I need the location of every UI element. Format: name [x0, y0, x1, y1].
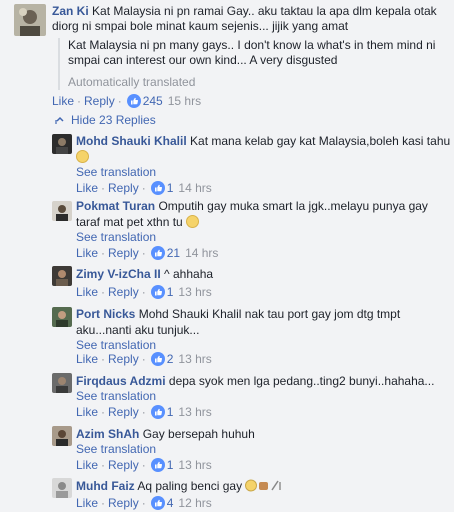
reaction-count[interactable]: 21: [167, 246, 180, 260]
see-translation-link[interactable]: See translation: [76, 442, 156, 456]
hide-replies-label[interactable]: Hide 23 Replies: [71, 113, 156, 127]
avatar[interactable]: [52, 307, 72, 327]
reply-body: Azim ShAh Gay bersepah huhuh: [76, 426, 452, 442]
reply-button[interactable]: Reply: [108, 496, 139, 510]
reply-item: Firqdaus Adzmi depa syok men lga pedang.…: [52, 373, 452, 419]
reaction-count[interactable]: 1: [167, 181, 174, 195]
thumbs-up-icon[interactable]: [150, 352, 165, 366]
like-button[interactable]: Like: [76, 496, 98, 510]
reply-button[interactable]: Reply: [108, 285, 139, 299]
avatar[interactable]: [52, 134, 72, 154]
thumbs-up-icon[interactable]: [126, 94, 141, 108]
like-button[interactable]: Like: [76, 246, 98, 260]
avatar[interactable]: [52, 426, 72, 446]
timestamp[interactable]: 12 hrs: [178, 496, 211, 510]
emoji-icon: [245, 479, 282, 492]
reaction-count[interactable]: 1: [167, 285, 174, 299]
collapse-arrow-icon: [55, 116, 64, 124]
reply-button[interactable]: Reply: [108, 352, 139, 366]
reply-item: Pokmat Turan Omputih gay muka smart la j…: [52, 198, 452, 260]
thumbs-up-icon[interactable]: [150, 405, 165, 419]
reply-body: Pokmat Turan Omputih gay muka smart la j…: [76, 198, 452, 230]
translation-box: Kat Malaysia ni pn many gays.. I don't k…: [58, 38, 450, 90]
reply-text: ^ ahhaha: [164, 267, 214, 281]
like-button[interactable]: Like: [76, 285, 98, 299]
reaction-count[interactable]: 245: [143, 94, 163, 108]
emoji-icon: [76, 150, 89, 163]
see-translation-link[interactable]: See translation: [76, 338, 156, 352]
reaction-count[interactable]: 1: [167, 405, 174, 419]
translation-text: Kat Malaysia ni pn many gays.. I don't k…: [68, 38, 436, 67]
reply-author[interactable]: Port Nicks: [76, 307, 135, 321]
reply-item: Muhd Faiz Aq paling benci gay Like · Rep…: [52, 478, 452, 510]
reply-item: Port Nicks Mohd Shauki Khalil nak tau po…: [52, 306, 452, 366]
thumbs-up-icon[interactable]: [150, 246, 165, 260]
reply-text: Kat mana kelab gay kat Malaysia,boleh ka…: [190, 134, 451, 148]
timestamp[interactable]: 13 hrs: [178, 458, 211, 472]
reply-author[interactable]: Zimy V-izCha II: [76, 267, 161, 281]
thumbs-up-icon[interactable]: [150, 285, 165, 299]
reply-actions: Like · Reply · 1 13 hrs: [76, 285, 212, 299]
thumbs-up-icon[interactable]: [150, 458, 165, 472]
timestamp[interactable]: 13 hrs: [178, 352, 211, 366]
reaction-count[interactable]: 1: [167, 458, 174, 472]
like-button[interactable]: Like: [76, 405, 98, 419]
like-button[interactable]: Like: [76, 458, 98, 472]
like-button[interactable]: Like: [52, 94, 74, 108]
avatar[interactable]: [52, 478, 72, 498]
like-button[interactable]: Like: [76, 352, 98, 366]
thumbs-up-icon[interactable]: [150, 181, 165, 195]
reply-text: Aq paling benci gay: [137, 479, 243, 493]
reply-body: Zimy V-izCha II ^ ahhaha: [76, 266, 452, 282]
reply-author[interactable]: Muhd Faiz: [76, 479, 135, 493]
comment-text: Kat Malaysia ni pn ramai Gay.. aku takta…: [52, 4, 437, 33]
reply-actions: Like · Reply · 1 13 hrs: [76, 458, 212, 472]
reply-author[interactable]: Mohd Shauki Khalil: [76, 134, 187, 148]
hide-replies-link[interactable]: Hide 23 Replies: [55, 113, 156, 127]
reply-body: Port Nicks Mohd Shauki Khalil nak tau po…: [76, 306, 452, 338]
emoji-icon: [186, 215, 200, 228]
comment-author[interactable]: Zan Ki: [52, 4, 89, 18]
reply-button[interactable]: Reply: [84, 94, 115, 108]
timestamp[interactable]: 14 hrs: [185, 246, 218, 260]
reply-body: Firqdaus Adzmi depa syok men lga pedang.…: [76, 373, 452, 389]
reply-actions: Like · Reply · 21 14 hrs: [76, 246, 219, 260]
reply-actions: Like · Reply · 4 12 hrs: [76, 496, 212, 510]
reply-item: Azim ShAh Gay bersepah huhuh See transla…: [52, 426, 452, 472]
reply-author[interactable]: Azim ShAh: [76, 427, 139, 441]
reply-actions: Like · Reply · 1 13 hrs: [76, 405, 212, 419]
avatar[interactable]: [52, 266, 72, 286]
see-translation-link[interactable]: See translation: [76, 165, 156, 179]
timestamp[interactable]: 14 hrs: [178, 181, 211, 195]
timestamp[interactable]: 15 hrs: [168, 94, 201, 108]
reply-author[interactable]: Pokmat Turan: [76, 199, 155, 213]
auto-translated-note: Automatically translated: [68, 75, 196, 89]
avatar[interactable]: [52, 373, 72, 393]
reaction-count[interactable]: 4: [167, 496, 174, 510]
reply-button[interactable]: Reply: [108, 181, 139, 195]
see-translation-link[interactable]: See translation: [76, 230, 156, 244]
reply-item: Zimy V-izCha II ^ ahhaha Like · Reply · …: [52, 266, 452, 300]
reply-button[interactable]: Reply: [108, 405, 139, 419]
comment-body: Zan Ki Kat Malaysia ni pn ramai Gay.. ak…: [52, 4, 444, 34]
see-translation-link[interactable]: See translation: [76, 389, 156, 403]
reply-body: Mohd Shauki Khalil Kat mana kelab gay ka…: [76, 133, 452, 165]
reply-button[interactable]: Reply: [108, 246, 139, 260]
reply-body: Muhd Faiz Aq paling benci gay: [76, 478, 452, 494]
avatar[interactable]: [52, 201, 72, 221]
reply-actions: Like · Reply · 1 14 hrs: [76, 181, 212, 195]
avatar[interactable]: [14, 4, 46, 36]
thumbs-up-icon[interactable]: [150, 496, 165, 510]
reply-text: Gay bersepah huhuh: [142, 427, 255, 441]
like-button[interactable]: Like: [76, 181, 98, 195]
reply-item: Mohd Shauki Khalil Kat mana kelab gay ka…: [52, 133, 452, 195]
reply-text: depa syok men lga pedang..ting2 bunyi..h…: [168, 374, 435, 388]
reply-actions: Like · Reply · 2 13 hrs: [76, 352, 212, 366]
timestamp[interactable]: 13 hrs: [178, 285, 211, 299]
reaction-count[interactable]: 2: [167, 352, 174, 366]
comment-actions: Like · Reply · 245 15 hrs: [52, 94, 202, 108]
reply-author[interactable]: Firqdaus Adzmi: [76, 374, 166, 388]
timestamp[interactable]: 13 hrs: [178, 405, 211, 419]
reply-button[interactable]: Reply: [108, 458, 139, 472]
